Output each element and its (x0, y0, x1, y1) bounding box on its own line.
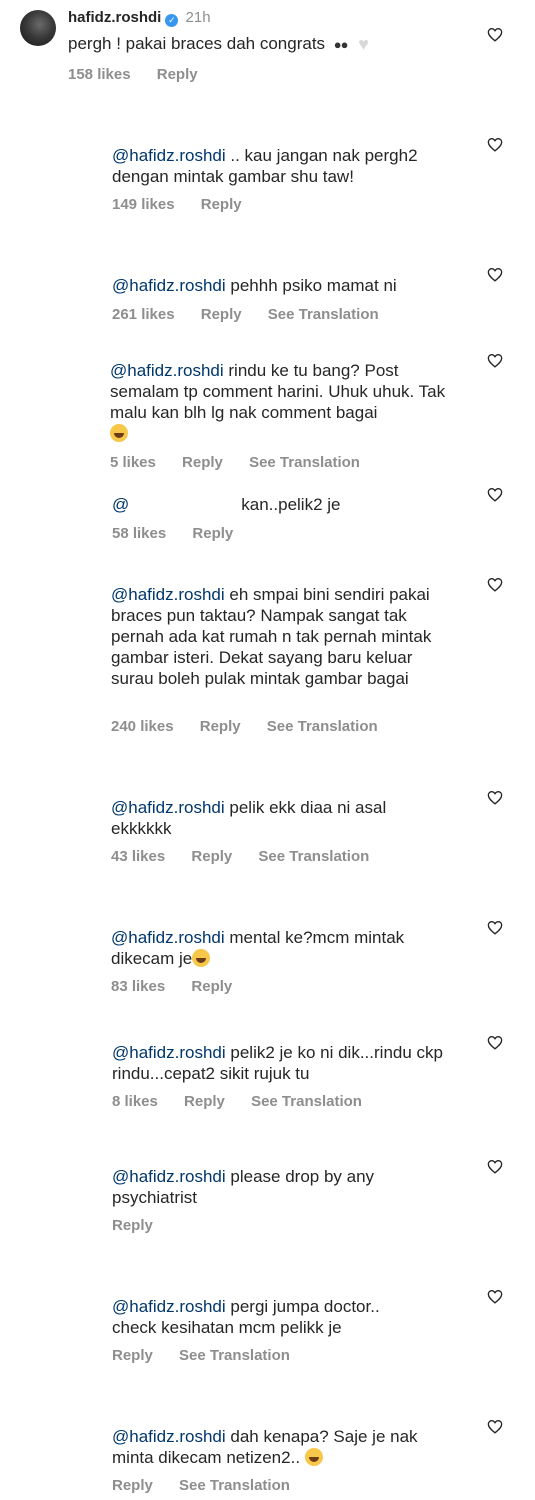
heart-outline-icon[interactable] (487, 1289, 503, 1304)
reply-button[interactable]: Reply (182, 454, 223, 471)
heart-outline-icon[interactable] (487, 577, 503, 592)
see-translation-button[interactable]: See Translation (179, 1477, 290, 1494)
comment-meta: Reply See Translation (112, 1477, 312, 1494)
reply-button[interactable]: Reply (201, 196, 242, 213)
mention-link[interactable]: @hafidz.roshdi (111, 928, 225, 947)
comment-meta: 240 likes Reply See Translation (111, 718, 400, 735)
mention-link[interactable]: @hafidz.roshdi (112, 276, 226, 295)
verified-badge-icon: ✓ (165, 14, 179, 27)
reply-button[interactable]: Reply (191, 978, 232, 995)
eyes-emoji-icon: ●● (333, 37, 349, 52)
comment-meta: Reply (112, 1217, 175, 1234)
likes-count[interactable]: 240 likes (111, 718, 174, 735)
likes-count[interactable]: 5 likes (110, 454, 156, 471)
likes-count[interactable]: 43 likes (111, 848, 165, 865)
reply-button[interactable]: Reply (112, 1477, 153, 1494)
comment-text: @hafidz.roshdi pergi jumpa doctor.. chec… (112, 1296, 422, 1338)
mention-link[interactable]: @hafidz.roshdi (111, 798, 225, 817)
heart-outline-icon[interactable] (487, 1035, 503, 1050)
mention-link[interactable]: @hafidz.roshdi (112, 1427, 226, 1446)
heart-outline-icon[interactable] (487, 790, 503, 805)
laughing-emoji-icon (110, 424, 128, 442)
heart-outline-icon[interactable] (487, 487, 503, 502)
see-translation-button[interactable]: See Translation (179, 1347, 290, 1364)
comment-text: @hafidz.roshdi rindu ke tu bang? Post se… (110, 360, 470, 444)
heart-outline-icon[interactable] (487, 1159, 503, 1174)
comment-text: @hafidz.roshdi pelik2 je ko ni dik...rin… (112, 1042, 472, 1084)
comment-text: @hafidz.roshdi pehhh psiko mamat ni (112, 275, 472, 296)
comment-meta: 158 likes Reply (68, 66, 220, 83)
likes-count[interactable]: 8 likes (112, 1093, 158, 1110)
comment-meta: 83 likes Reply (111, 978, 254, 995)
heart-outline-icon[interactable] (487, 353, 503, 368)
mention-link[interactable]: @hafidz.roshdi (111, 585, 225, 604)
laughing-emoji-icon (192, 949, 211, 967)
see-translation-button[interactable]: See Translation (268, 306, 379, 323)
comment-meta: 8 likes Reply See Translation (112, 1093, 384, 1110)
comment-header: hafidz.roshdi ✓ 21h (68, 9, 211, 27)
comment-body: kan..pelik2 je (241, 495, 341, 514)
reply-button[interactable]: Reply (200, 718, 241, 735)
heart-outline-icon[interactable] (487, 1419, 503, 1434)
sweat-smile-emoji-icon (304, 1448, 323, 1466)
comment-text: @hafidz.roshdi .. kau jangan nak pergh2 … (112, 145, 472, 187)
comment-text: @hafidz.roshdi please drop by any psychi… (112, 1166, 422, 1208)
comment-meta: 149 likes Reply (112, 196, 264, 213)
comment-body: pehhh psiko mamat ni (225, 276, 397, 295)
comment-text: @ kan..pelik2 je (112, 494, 472, 515)
mention-link[interactable]: @hafidz.roshdi (112, 1167, 226, 1186)
comment-meta: 43 likes Reply See Translation (111, 848, 391, 865)
comment-text: @hafidz.roshdi pelik ekk diaa ni asal ek… (111, 797, 421, 839)
comment-body: pergh ! pakai braces dah congrats (68, 34, 326, 53)
comment-meta: 5 likes Reply See Translation (110, 454, 382, 471)
reply-button[interactable]: Reply (184, 1093, 225, 1110)
see-translation-button[interactable]: See Translation (258, 848, 369, 865)
comment-meta: 261 likes Reply See Translation (112, 306, 401, 323)
mention-link[interactable]: @ (112, 495, 129, 514)
likes-count[interactable]: 149 likes (112, 196, 175, 213)
mention-link[interactable]: @hafidz.roshdi (110, 361, 224, 380)
mention-link[interactable]: @hafidz.roshdi (112, 146, 226, 165)
comment-text: @hafidz.roshdi eh smpai bini sendiri pak… (111, 584, 456, 689)
username[interactable]: hafidz.roshdi (68, 9, 161, 26)
likes-count[interactable]: 261 likes (112, 306, 175, 323)
reply-button[interactable]: Reply (157, 66, 198, 83)
comment-text: pergh ! pakai braces dah congrats ●● ♥ (68, 34, 369, 55)
top-comment: hafidz.roshdi ✓ 21h pergh ! pakai braces … (0, 0, 535, 100)
likes-count[interactable]: 58 likes (112, 525, 166, 542)
comment-text: @hafidz.roshdi mental ke?mcm mintak dike… (111, 927, 451, 969)
heart-outline-icon[interactable] (487, 27, 503, 42)
mention-link[interactable]: @hafidz.roshdi (112, 1297, 226, 1316)
white-heart-emoji-icon: ♥ (358, 34, 369, 54)
comment-meta: Reply See Translation (112, 1347, 312, 1364)
avatar[interactable] (20, 10, 56, 46)
reply-button[interactable]: Reply (191, 848, 232, 865)
heart-outline-icon[interactable] (487, 920, 503, 935)
timestamp: 21h (185, 9, 211, 26)
heart-outline-icon[interactable] (487, 137, 503, 152)
reply-button[interactable]: Reply (112, 1347, 153, 1364)
heart-outline-icon[interactable] (487, 267, 503, 282)
mention-link[interactable]: @hafidz.roshdi (112, 1043, 226, 1062)
see-translation-button[interactable]: See Translation (267, 718, 378, 735)
see-translation-button[interactable]: See Translation (249, 454, 360, 471)
reply-button[interactable]: Reply (201, 306, 242, 323)
comment-text: @hafidz.roshdi dah kenapa? Saje je nak m… (112, 1426, 457, 1468)
reply-button[interactable]: Reply (192, 525, 233, 542)
likes-count[interactable]: 158 likes (68, 66, 131, 83)
see-translation-button[interactable]: See Translation (251, 1093, 362, 1110)
comment-meta: 58 likes Reply (112, 525, 255, 542)
reply-button[interactable]: Reply (112, 1217, 153, 1234)
likes-count[interactable]: 83 likes (111, 978, 165, 995)
